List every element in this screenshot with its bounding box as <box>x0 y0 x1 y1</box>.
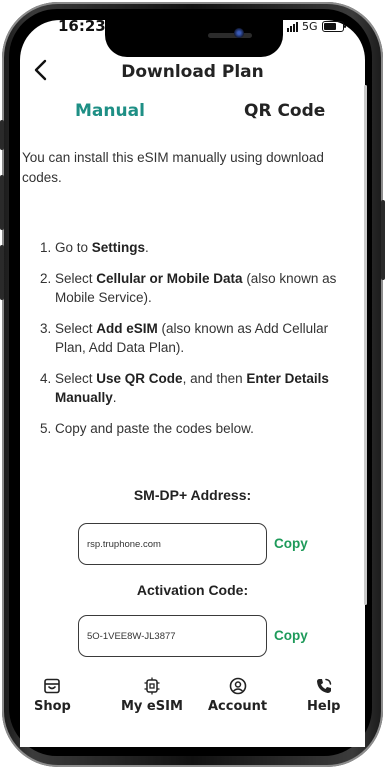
activation-code-label: Activation Code: <box>136 582 249 598</box>
nav-account[interactable]: Account <box>208 677 267 714</box>
battery-icon <box>321 21 346 32</box>
bottom-nav: Shop My eSIM Account Help <box>20 677 365 747</box>
nav-account-label: Account <box>208 699 268 714</box>
nav-help[interactable]: Help <box>307 677 340 714</box>
status-indicators: 5G <box>287 20 346 33</box>
nav-shop[interactable]: Shop <box>34 677 71 714</box>
activation-code-field[interactable]: 5O-1VEE8W-JL3877 <box>78 615 267 657</box>
nav-help-label: Help <box>307 699 341 714</box>
copy-smdp-button[interactable]: Copy <box>274 536 308 551</box>
nav-shop-label: Shop <box>34 699 71 714</box>
back-icon[interactable] <box>32 58 50 82</box>
chip-icon <box>144 677 160 695</box>
step-5: Copy and paste the codes below. <box>55 419 355 439</box>
volume-down-button <box>0 245 4 300</box>
smdp-address-field[interactable]: rsp.truphone.com <box>78 523 267 565</box>
page-title: Download Plan <box>121 62 264 82</box>
scrollbar[interactable] <box>364 85 367 605</box>
mute-switch <box>0 120 4 150</box>
signal-icon <box>287 21 298 32</box>
volume-up-button <box>0 175 4 230</box>
step-1: Go to Settings. <box>55 238 355 258</box>
phone-icon <box>316 678 331 693</box>
front-camera <box>234 28 244 38</box>
power-button <box>381 200 385 280</box>
speaker <box>208 33 252 38</box>
nav-my-esim-label: My eSIM <box>121 699 183 714</box>
account-icon <box>229 677 246 695</box>
shop-icon <box>44 678 61 694</box>
instruction-list: Go to Settings. Select Cellular or Mobil… <box>30 238 355 449</box>
step-3: Select Add eSIM (also known as Add Cellu… <box>55 319 355 358</box>
notch <box>105 13 283 57</box>
tab-manual[interactable]: Manual <box>75 101 145 121</box>
nav-my-esim[interactable]: My eSIM <box>121 677 183 714</box>
intro-text: You can install this eSIM manually using… <box>22 150 324 185</box>
activation-code-value: 5O-1VEE8W-JL3877 <box>87 630 176 642</box>
status-time: 16:23 <box>58 17 106 35</box>
step-2: Select Cellular or Mobile Data (also kno… <box>55 269 355 308</box>
smdp-address-label: SM-DP+ Address: <box>133 487 252 503</box>
step-4: Select Use QR Code, and then Enter Detai… <box>55 369 355 408</box>
tab-qr-code[interactable]: QR Code <box>244 101 325 121</box>
network-type: 5G <box>302 20 318 33</box>
smdp-address-value: rsp.truphone.com <box>87 538 161 550</box>
copy-activation-button[interactable]: Copy <box>274 628 308 643</box>
